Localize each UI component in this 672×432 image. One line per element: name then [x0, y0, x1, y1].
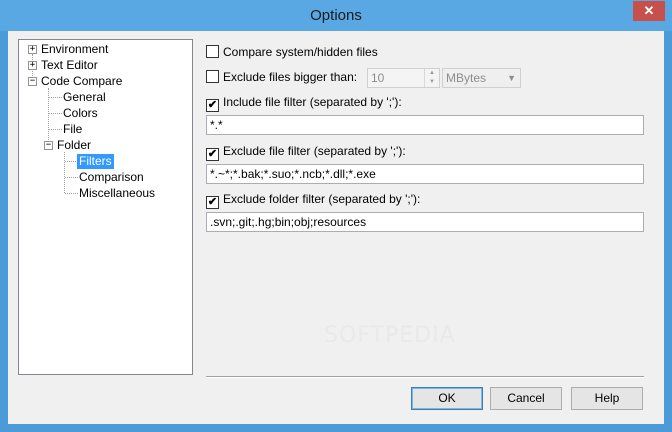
expand-text-editor-icon[interactable]: + [28, 61, 37, 70]
exclude-bigger-label: Exclude files bigger than: [223, 70, 358, 84]
exclude-bigger-checkbox[interactable] [206, 70, 219, 83]
exclude-folder-filter-label: Exclude folder filter (separated by ';')… [223, 192, 421, 206]
checkmark-icon: ✔ [207, 99, 218, 111]
exclude-file-filter-input[interactable]: *.~*;*.bak;*.suo;*.ncb;*.dll;*.exe [206, 164, 644, 184]
compare-hidden-checkbox-row[interactable]: Compare system/hidden files [206, 44, 378, 60]
include-filter-checkbox-row[interactable]: ✔ Include file filter (separated by ';'): [206, 94, 402, 112]
size-unit-value: MBytes [446, 71, 487, 85]
exclude-file-filter-checkbox[interactable]: ✔ [206, 148, 219, 161]
tree-item-folder[interactable]: Folder [57, 138, 91, 153]
options-dialog: Options ✕ + Environment + Text Editor − … [0, 0, 672, 432]
tree-item-code-compare[interactable]: Code Compare [41, 74, 122, 89]
spin-up-icon[interactable]: ▲ [425, 69, 439, 78]
tree-item-comparison[interactable]: Comparison [79, 170, 144, 185]
help-button[interactable]: Help [571, 387, 643, 410]
ok-button[interactable]: OK [411, 387, 483, 410]
exclude-file-filter-value: *.~*;*.bak;*.suo;*.ncb;*.dll;*.exe [210, 167, 376, 181]
tree-item-general[interactable]: General [63, 90, 106, 105]
cancel-button[interactable]: Cancel [490, 387, 562, 410]
expand-environment-icon[interactable]: + [28, 45, 37, 54]
compare-hidden-label: Compare system/hidden files [223, 45, 378, 59]
exclude-folder-filter-value: .svn;.git;.hg;bin;obj;resources [210, 215, 367, 229]
include-filter-checkbox[interactable]: ✔ [206, 99, 219, 112]
include-filter-label: Include file filter (separated by ';'): [223, 95, 402, 109]
window-title: Options [310, 7, 362, 24]
tree-item-filters[interactable]: Filters [77, 154, 114, 169]
collapse-folder-icon[interactable]: − [44, 141, 53, 150]
tree-item-text-editor[interactable]: Text Editor [41, 58, 98, 73]
close-icon: ✕ [643, 3, 655, 18]
collapse-code-compare-icon[interactable]: − [28, 77, 37, 86]
spin-down-icon[interactable]: ▼ [425, 78, 439, 87]
size-limit-spinner[interactable]: 10 ▲ ▼ [367, 68, 440, 88]
tree-item-file[interactable]: File [63, 122, 82, 137]
title-bar[interactable]: Options ✕ [0, 0, 672, 31]
exclude-bigger-checkbox-row[interactable]: Exclude files bigger than: [206, 69, 357, 85]
dialog-client: + Environment + Text Editor − Code Compa… [8, 31, 664, 424]
exclude-file-filter-checkbox-row[interactable]: ✔ Exclude file filter (separated by ';'): [206, 143, 406, 161]
close-button[interactable]: ✕ [633, 1, 665, 21]
size-limit-value: 10 [371, 71, 385, 85]
checkmark-icon: ✔ [207, 148, 218, 160]
button-separator [206, 376, 644, 378]
tree-item-colors[interactable]: Colors [63, 106, 98, 121]
exclude-folder-filter-input[interactable]: .svn;.git;.hg;bin;obj;resources [206, 212, 644, 232]
include-filter-value: *.* [210, 118, 223, 132]
options-tree[interactable]: + Environment + Text Editor − Code Compa… [18, 39, 193, 375]
exclude-folder-filter-checkbox[interactable]: ✔ [206, 196, 219, 209]
tree-item-miscellaneous[interactable]: Miscellaneous [79, 186, 155, 201]
exclude-folder-filter-checkbox-row[interactable]: ✔ Exclude folder filter (separated by ';'… [206, 191, 421, 209]
exclude-file-filter-label: Exclude file filter (separated by ';'): [223, 144, 406, 158]
tree-item-environment[interactable]: Environment [41, 42, 108, 57]
checkmark-icon: ✔ [207, 196, 218, 208]
size-unit-select[interactable]: MBytes ▼ [442, 68, 521, 88]
include-filter-input[interactable]: *.* [206, 115, 644, 135]
compare-hidden-checkbox[interactable] [206, 45, 219, 58]
watermark: SOFTPEDIA [324, 323, 456, 348]
chevron-down-icon: ▼ [507, 73, 516, 83]
